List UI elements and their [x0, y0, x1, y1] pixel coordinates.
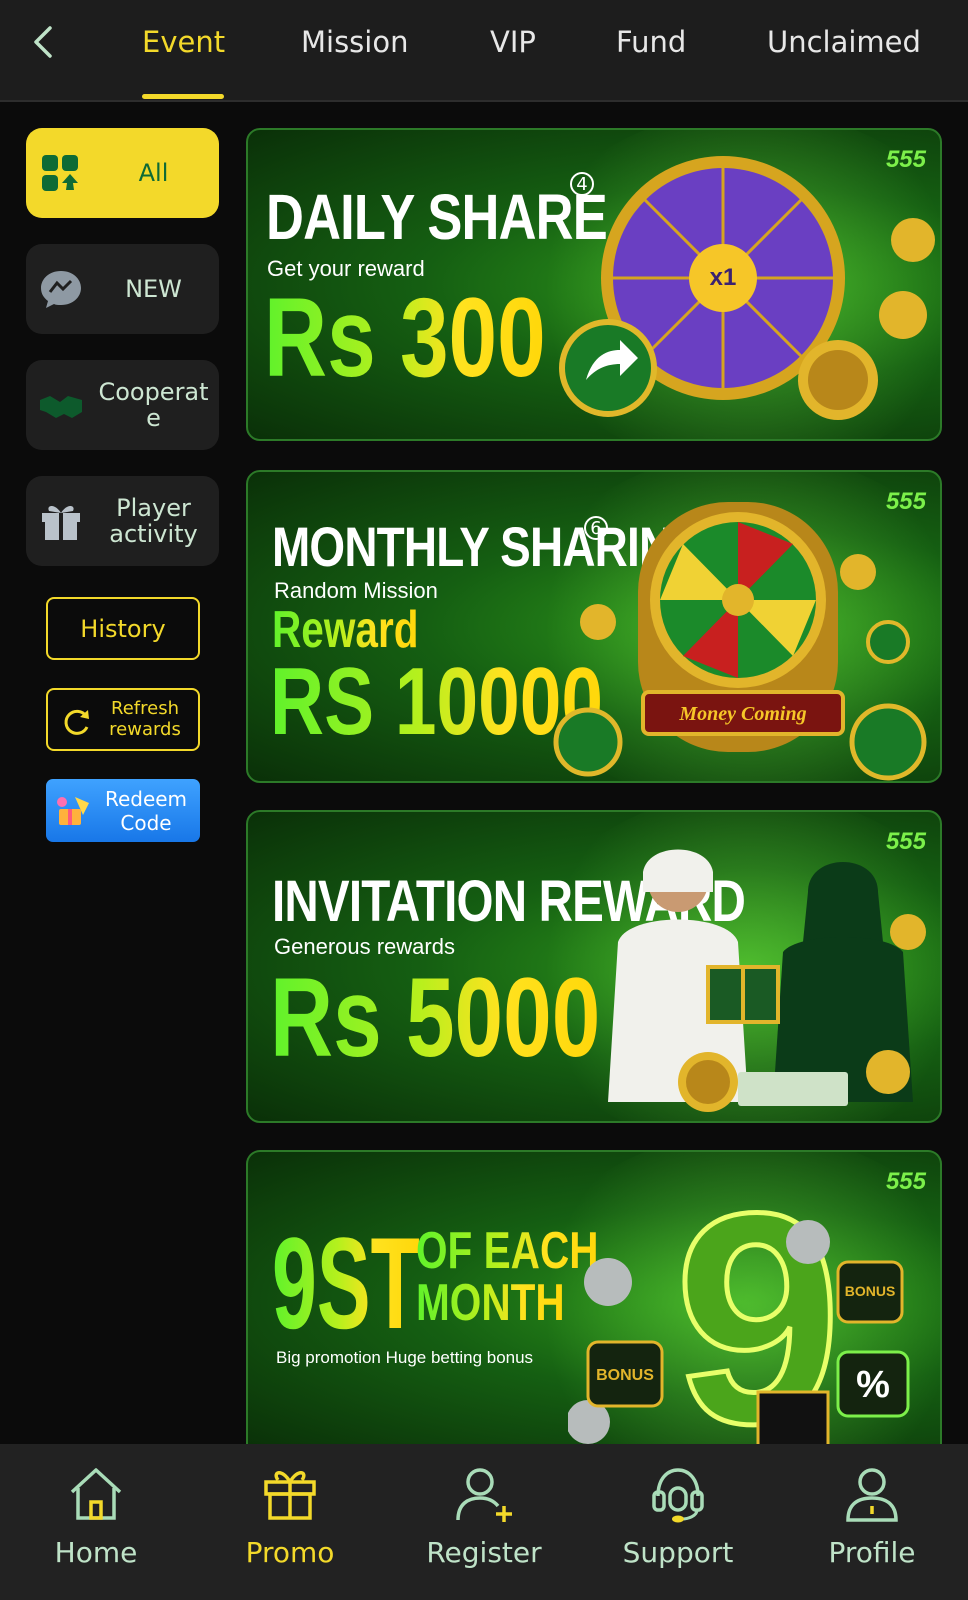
tab-fund[interactable]: Fund — [616, 22, 686, 62]
active-tab-indicator — [142, 94, 224, 99]
sidebar-item-label: Player activity — [109, 494, 198, 548]
wheel-sign-text: Money Coming — [678, 703, 806, 725]
sidebar-item-player-activity[interactable]: Player activity — [26, 476, 219, 566]
tab-event[interactable]: Event — [142, 22, 225, 62]
sidebar-item-label: All — [138, 159, 169, 187]
people-gift-illustration — [608, 849, 926, 1112]
headset-icon — [652, 1468, 704, 1523]
games-grid-icon — [42, 155, 78, 191]
refresh-icon — [64, 709, 89, 735]
top-tab-bar: Event Mission VIP Fund Unclaimed — [0, 0, 968, 102]
sidebar-item-label: NEW — [125, 275, 182, 303]
nav-label: Profile — [828, 1536, 916, 1569]
promo-banner-daily-share[interactable]: DAILY SHARE 4 Get your reward Rs 300 555… — [246, 128, 942, 441]
promo-banner-monthly-sharing[interactable]: MONTHLY SHARING 6 Random Mission Reward … — [246, 470, 942, 783]
home-icon — [70, 1468, 122, 1520]
banner-big-title: 9ST — [272, 1210, 420, 1356]
banner-subtitle: Big promotion Huge betting bonus — [276, 1348, 534, 1367]
nav-label: Register — [426, 1536, 542, 1569]
nav-label: Promo — [245, 1536, 335, 1569]
bonus-badge-1: BONUS — [596, 1367, 654, 1384]
sidebar-item-all[interactable]: All — [26, 128, 219, 218]
tab-vip[interactable]: VIP — [490, 22, 536, 62]
nav-support[interactable]: Support — [603, 1444, 753, 1600]
refresh-label: Refresh rewards — [109, 698, 181, 740]
tab-unclaimed[interactable]: Unclaimed — [767, 22, 921, 62]
redeem-gift-icon — [57, 797, 89, 825]
profile-icon — [846, 1468, 898, 1522]
bonus-badge-2: BONUS — [845, 1283, 896, 1299]
gift-box-icon — [42, 506, 80, 540]
promo-banner-invitation-reward[interactable]: INVITATION REWARD Generous rewards Rs 50… — [246, 810, 942, 1123]
nav-label: Support — [622, 1536, 734, 1569]
nav-register[interactable]: Register — [409, 1444, 559, 1600]
banner-title-line2: MONTH — [416, 1274, 565, 1332]
banner-amount: Rs 5000 — [270, 955, 601, 1080]
nav-home[interactable]: Home — [21, 1444, 171, 1600]
sidebar-item-new[interactable]: NEW — [26, 244, 219, 334]
prize-wheel-illustration: x1 — [559, 156, 935, 420]
money-wheel-illustration: Money Coming — [553, 502, 927, 781]
sidebar-item-label: Cooperat e — [98, 378, 209, 432]
nav-promo[interactable]: Promo — [215, 1444, 365, 1600]
nav-label: Home — [54, 1536, 138, 1569]
back-arrow-icon[interactable] — [26, 22, 66, 62]
refresh-rewards-button[interactable]: Refresh rewards — [46, 688, 200, 751]
percent-badge: % — [856, 1364, 890, 1406]
add-user-icon — [456, 1468, 512, 1522]
promo-banner-monthly-bonus[interactable]: 9ST OF EACH MONTH Big promotion Huge bet… — [246, 1150, 942, 1450]
svg-text:x1: x1 — [710, 264, 737, 291]
gift-icon — [264, 1471, 316, 1520]
history-button[interactable]: History — [46, 597, 200, 660]
handshake-icon — [40, 396, 82, 418]
nav-profile[interactable]: Profile — [797, 1444, 947, 1600]
redeem-label: Redeem Code — [104, 786, 188, 835]
banner-amount: Rs 300 — [264, 275, 546, 400]
redeem-code-button[interactable]: Redeem Code — [46, 779, 200, 842]
number-nine-illustration: 9 BONUS BONUS % — [568, 1182, 910, 1450]
tab-mission[interactable]: Mission — [301, 22, 408, 62]
chat-bubble-icon — [41, 271, 81, 308]
sidebar-item-cooperate[interactable]: Cooperat e — [26, 360, 219, 450]
bottom-navigation: Home Promo Register Support Profile — [0, 1444, 968, 1600]
